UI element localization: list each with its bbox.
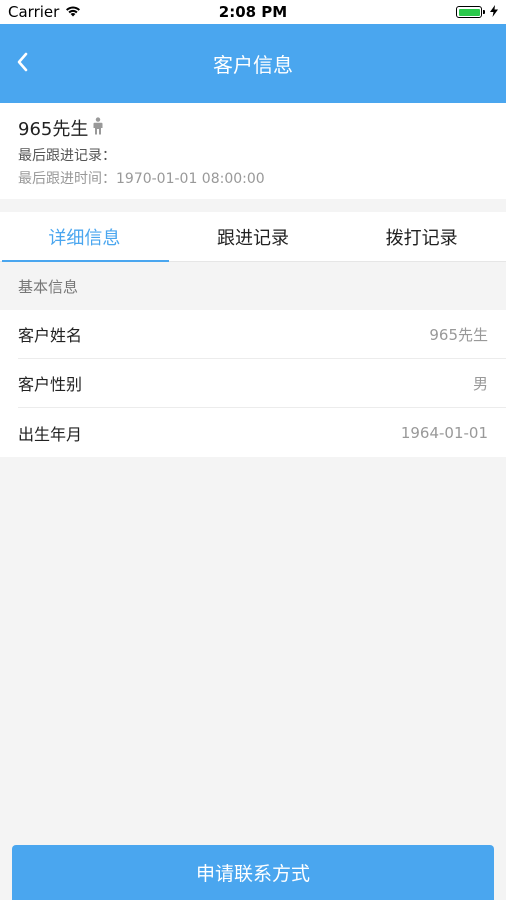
- customer-summary-card: 965先生 最后跟进记录： 最后跟进时间：1970-01-01 08:00:00: [0, 103, 506, 199]
- last-record-label: 最后跟进记录：: [18, 148, 116, 164]
- back-button[interactable]: [8, 44, 36, 84]
- info-value: 男: [472, 374, 488, 393]
- info-row-birth: 出生年月 1964-01-01: [18, 408, 506, 457]
- tab-detail-info[interactable]: 详细信息: [0, 212, 169, 262]
- info-value: 1964-01-01: [400, 423, 488, 442]
- chevron-left-icon: [16, 52, 28, 76]
- section-header-basic-info: 基本信息: [0, 262, 506, 310]
- last-time-value: 1970-01-01 08:00:00: [116, 171, 265, 187]
- tab-follow-up-records[interactable]: 跟进记录: [169, 212, 338, 261]
- customer-name: 965先生: [18, 119, 89, 140]
- last-time-label: 最后跟进时间：: [18, 171, 116, 187]
- info-label: 客户姓名: [18, 326, 83, 345]
- wifi-icon: [65, 3, 81, 21]
- tab-call-records[interactable]: 拨打记录: [337, 212, 506, 261]
- screen: Carrier 2:08 PM 客户信息 965先生 最后跟进记录： 最后跟进时…: [0, 0, 506, 900]
- info-value: 965先生: [429, 325, 488, 344]
- male-person-icon: [92, 116, 104, 140]
- apply-contact-button[interactable]: 申请联系方式: [12, 845, 494, 900]
- info-label: 出生年月: [18, 424, 83, 444]
- info-row-name: 客户姓名 965先生: [18, 310, 506, 359]
- last-time-row: 最后跟进时间：1970-01-01 08:00:00: [18, 168, 488, 188]
- info-list: 客户姓名 965先生 客户性别 男 出生年月 1964-01-01: [0, 310, 506, 457]
- nav-bar: 客户信息: [0, 24, 506, 103]
- page-title: 客户信息: [213, 53, 293, 77]
- info-label: 客户性别: [18, 375, 83, 394]
- charging-icon: [490, 3, 498, 21]
- tab-bar: 详细信息 跟进记录 拨打记录: [0, 212, 506, 262]
- battery-icon: [456, 6, 485, 18]
- info-row-gender: 客户性别 男: [18, 359, 506, 408]
- status-bar: Carrier 2:08 PM: [0, 0, 506, 24]
- carrier-label: Carrier: [8, 3, 60, 21]
- battery-level: [458, 8, 480, 16]
